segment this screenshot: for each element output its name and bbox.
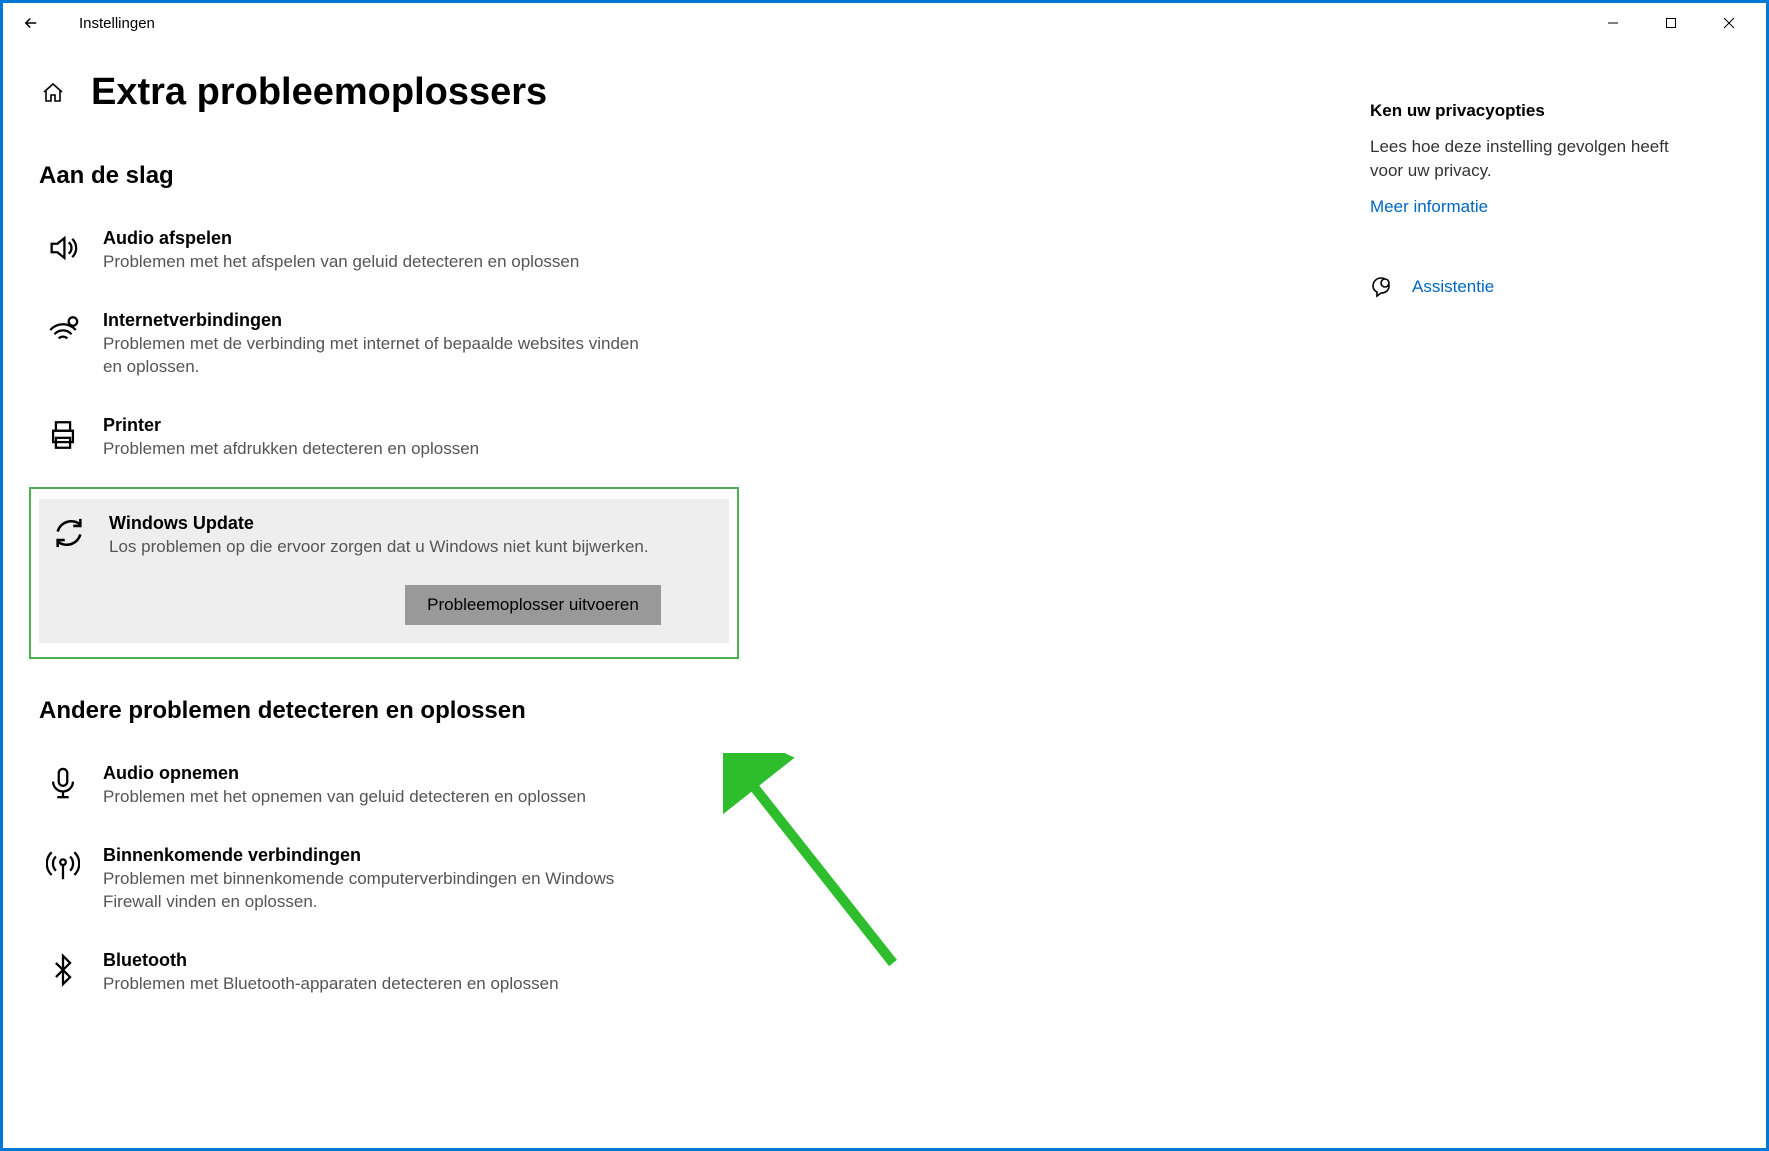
ts-desc: Problemen met het afspelen van geluid de… <box>103 251 579 274</box>
ts-title: Binnenkomende verbindingen <box>103 845 643 866</box>
assistance-link[interactable]: Assistentie <box>1412 277 1494 297</box>
window-controls <box>1584 3 1758 43</box>
update-sync-icon <box>51 515 87 551</box>
troubleshooter-audio-playback[interactable]: Audio afspelen Problemen met het afspele… <box>39 218 799 284</box>
main-column: Extra probleemoplossers Aan de slag Audi… <box>39 43 799 1148</box>
ts-title: Audio afspelen <box>103 228 579 249</box>
ts-title: Printer <box>103 415 479 436</box>
privacy-options-text: Lees hoe deze instelling gevolgen heeft … <box>1370 135 1670 183</box>
section-other-title: Andere problemen detecteren en oplossen <box>39 697 799 725</box>
app-title: Instellingen <box>79 15 155 32</box>
troubleshooter-incoming-connections[interactable]: Binnenkomende verbindingen Problemen met… <box>39 835 799 924</box>
troubleshooter-windows-update[interactable]: Windows Update Los problemen op die ervo… <box>39 499 729 643</box>
antenna-icon <box>45 847 81 883</box>
titlebar: Instellingen <box>3 3 1766 43</box>
highlight-annotation: Windows Update Los problemen op die ervo… <box>29 487 739 659</box>
troubleshooter-internet[interactable]: Internetverbindingen Problemen met de ve… <box>39 300 799 389</box>
printer-icon <box>45 417 81 453</box>
ts-desc: Problemen met afdrukken detecteren en op… <box>103 438 479 461</box>
microphone-icon <box>45 765 81 801</box>
sidebar: Ken uw privacyopties Lees hoe deze inste… <box>1370 43 1730 1148</box>
ts-desc: Problemen met binnenkomende computerverb… <box>103 868 643 914</box>
run-troubleshooter-button[interactable]: Probleemoplosser uitvoeren <box>405 585 661 625</box>
bluetooth-icon <box>45 952 81 988</box>
ts-title: Windows Update <box>109 513 717 534</box>
more-info-link[interactable]: Meer informatie <box>1370 197 1710 217</box>
help-chat-icon <box>1370 275 1394 299</box>
page-title: Extra probleemoplossers <box>91 71 547 114</box>
settings-window: Instellingen Extra probleemoplossers Aan… <box>3 3 1766 1148</box>
section-get-started-title: Aan de slag <box>39 162 799 190</box>
home-icon[interactable] <box>39 79 67 107</box>
minimize-button[interactable] <box>1584 3 1642 43</box>
ts-desc: Problemen met de verbinding met internet… <box>103 333 643 379</box>
privacy-options-title: Ken uw privacyopties <box>1370 101 1710 121</box>
content: Extra probleemoplossers Aan de slag Audi… <box>3 43 1766 1148</box>
ts-title: Audio opnemen <box>103 763 586 784</box>
close-button[interactable] <box>1700 3 1758 43</box>
wifi-globe-icon <box>45 312 81 348</box>
ts-title: Internetverbindingen <box>103 310 643 331</box>
page-header: Extra probleemoplossers <box>39 71 799 114</box>
speaker-icon <box>45 230 81 266</box>
back-button[interactable] <box>11 3 51 43</box>
troubleshooter-audio-record[interactable]: Audio opnemen Problemen met het opnemen … <box>39 753 799 819</box>
ts-title: Bluetooth <box>103 950 559 971</box>
ts-desc: Los problemen op die ervoor zorgen dat u… <box>109 536 649 559</box>
ts-desc: Problemen met het opnemen van geluid det… <box>103 786 586 809</box>
troubleshooter-printer[interactable]: Printer Problemen met afdrukken detecter… <box>39 405 799 471</box>
troubleshooter-bluetooth[interactable]: Bluetooth Problemen met Bluetooth-appara… <box>39 940 799 1006</box>
maximize-button[interactable] <box>1642 3 1700 43</box>
ts-desc: Problemen met Bluetooth-apparaten detect… <box>103 973 559 996</box>
